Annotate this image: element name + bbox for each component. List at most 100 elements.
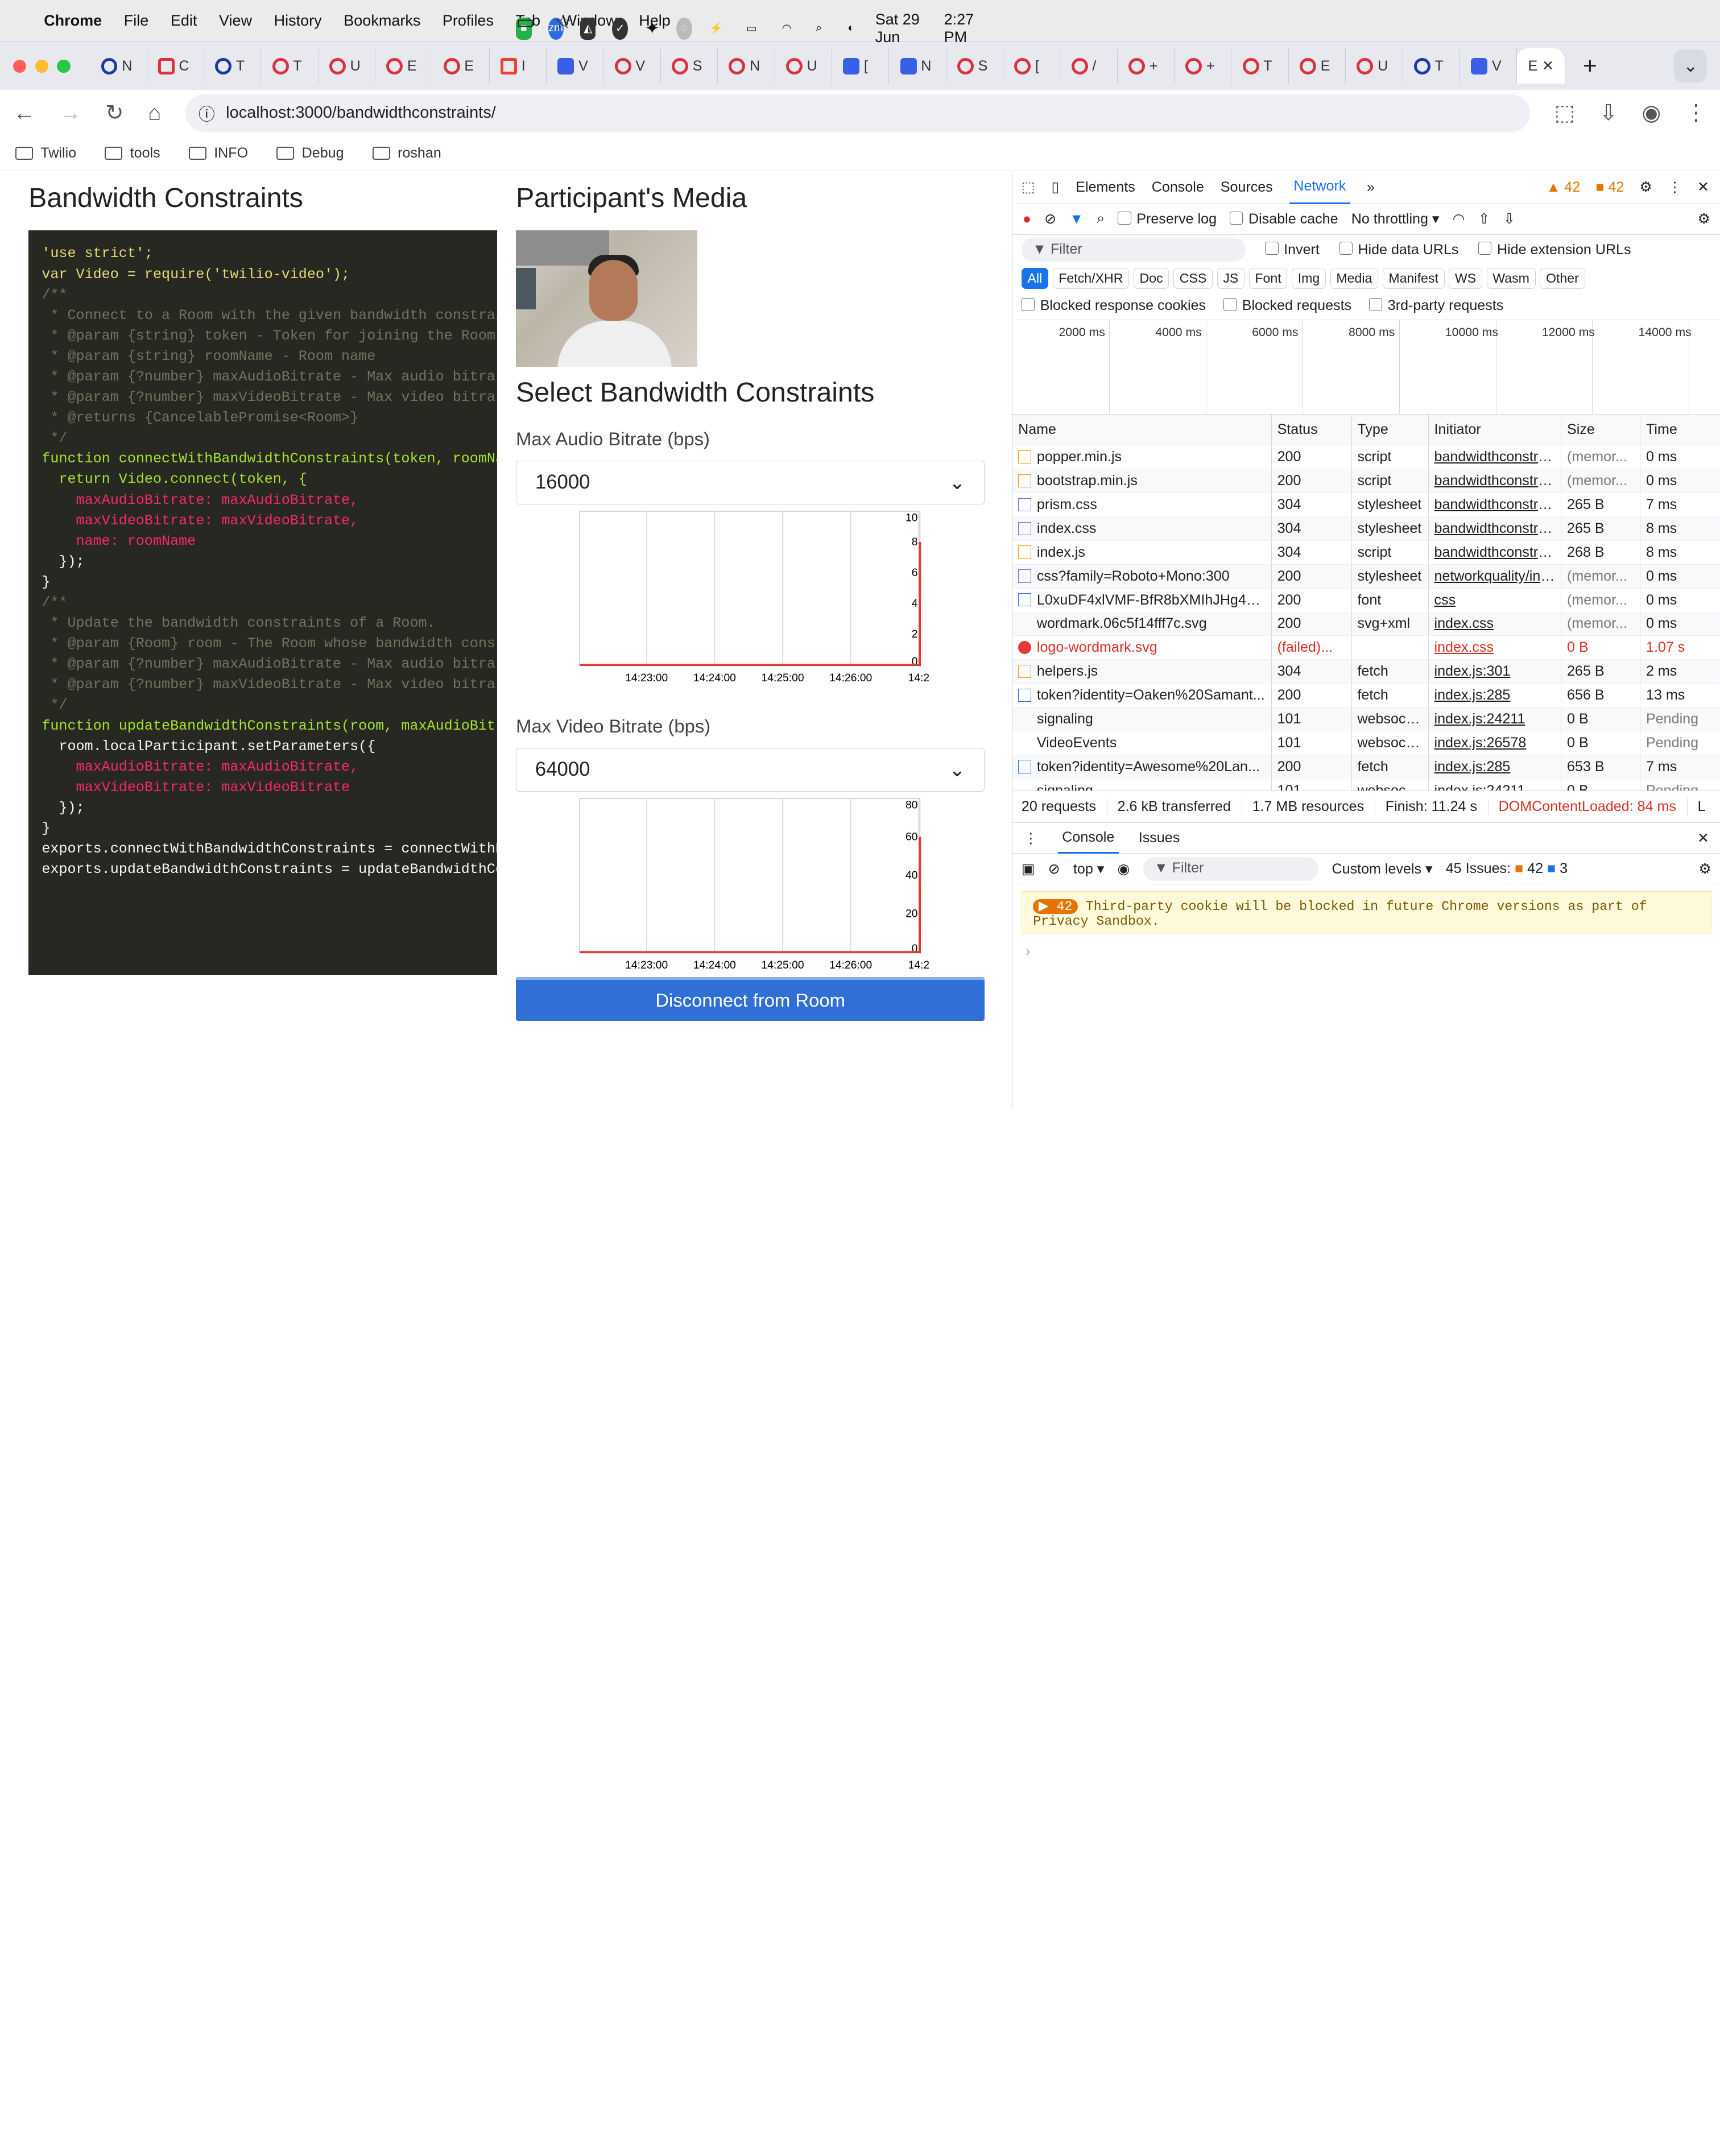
maximize-window-icon[interactable] bbox=[57, 59, 71, 73]
warnings-badge[interactable]: ▲ 42 bbox=[1547, 179, 1581, 196]
tab-sources[interactable]: Sources bbox=[1221, 179, 1273, 196]
menu-bookmarks[interactable]: Bookmarks bbox=[344, 12, 420, 30]
audio-bitrate-select[interactable]: 16000 ⌄ bbox=[516, 460, 985, 505]
minimize-window-icon[interactable] bbox=[35, 59, 48, 73]
active-tab[interactable]: E ✕ bbox=[1517, 48, 1566, 84]
browser-tab[interactable]: N bbox=[718, 48, 775, 84]
resource-filter-wasm[interactable]: Wasm bbox=[1486, 267, 1536, 289]
filter-icon[interactable]: ▼ bbox=[1069, 211, 1084, 227]
menu-profiles[interactable]: Profiles bbox=[443, 12, 494, 30]
network-request-row[interactable]: VideoEvents 101 websock... index.js:26578 0 … bbox=[1012, 731, 1720, 755]
network-request-row[interactable]: helpers.js 304 fetch index.js:301 265 B 2 ms bbox=[1012, 660, 1720, 684]
issues-tab[interactable]: Issues bbox=[1139, 830, 1180, 846]
network-request-row[interactable]: logo-wordmark.svg (failed)... index.css 0 B… bbox=[1012, 636, 1720, 660]
close-drawer-icon[interactable]: ✕ bbox=[1697, 830, 1709, 847]
camera-icon[interactable]: ▭ bbox=[516, 11, 535, 34]
tab-network[interactable]: Network bbox=[1289, 171, 1351, 204]
clear-icon[interactable]: ⊘ bbox=[1044, 210, 1056, 227]
browser-tab[interactable]: E bbox=[432, 48, 490, 84]
close-tab-icon[interactable]: ✕ bbox=[1542, 57, 1554, 75]
browser-tab[interactable]: T bbox=[204, 48, 262, 84]
resource-filter-other[interactable]: Other bbox=[1540, 267, 1585, 289]
network-column-type[interactable]: Type bbox=[1352, 415, 1429, 445]
network-column-initiator[interactable]: Initiator bbox=[1429, 415, 1562, 445]
browser-tab[interactable]: N bbox=[889, 48, 946, 84]
browser-tab[interactable]: [ bbox=[1003, 48, 1061, 84]
resource-filter-font[interactable]: Font bbox=[1248, 267, 1288, 289]
blocked-requests-checkbox[interactable]: Blocked requests bbox=[1223, 297, 1351, 314]
menu-view[interactable]: View bbox=[219, 12, 252, 30]
network-request-row[interactable]: wordmark.06c5f14fff7c.svg 200 svg+xml index… bbox=[1012, 612, 1720, 636]
third-party-checkbox[interactable]: 3rd-party requests bbox=[1368, 297, 1503, 314]
resource-filter-ws[interactable]: WS bbox=[1449, 267, 1482, 289]
bookmark-info[interactable]: INFO bbox=[188, 145, 248, 162]
resource-filter-js[interactable]: JS bbox=[1217, 267, 1244, 289]
upload-icon[interactable]: ⇧ bbox=[1478, 210, 1490, 227]
download-icon[interactable]: ⇩ bbox=[1503, 210, 1515, 227]
console-prompt[interactable]: › bbox=[1012, 934, 1720, 967]
custom-levels-select[interactable]: Custom levels ▾ bbox=[1332, 860, 1433, 878]
network-column-size[interactable]: Size bbox=[1561, 415, 1641, 445]
resource-filter-css[interactable]: CSS bbox=[1173, 267, 1213, 289]
network-request-row[interactable]: signaling101websock...index.js:242110 BP… bbox=[1012, 707, 1720, 731]
reload-icon[interactable]: ↻ bbox=[105, 100, 123, 126]
console-warning-message[interactable]: ▶ 42 Third-party cookie will be blocked … bbox=[1021, 891, 1711, 935]
new-tab-icon[interactable]: + bbox=[1583, 52, 1597, 80]
resource-filter-img[interactable]: Img bbox=[1292, 267, 1326, 289]
browser-tab[interactable]: + bbox=[1118, 48, 1175, 84]
network-filter-input[interactable]: ▼ Filter bbox=[1021, 237, 1246, 262]
inspect-icon[interactable]: ⬚ bbox=[1022, 179, 1035, 196]
browser-tab[interactable]: [ bbox=[832, 48, 890, 84]
menu-chrome[interactable]: Chrome bbox=[44, 12, 102, 30]
sidebar-icon[interactable]: ▣ bbox=[1022, 860, 1035, 878]
issues-count[interactable]: 45 Issues: ■ 42 ■ 3 bbox=[1446, 860, 1568, 877]
clear-console-icon[interactable]: ⊘ bbox=[1048, 860, 1060, 878]
network-request-row[interactable]: bootstrap.min.js 200 script bandwidthconstr… bbox=[1012, 469, 1720, 494]
tab-elements[interactable]: Elements bbox=[1076, 179, 1135, 196]
profile-icon[interactable]: ◉ bbox=[1642, 100, 1661, 126]
drawer-menu-icon[interactable]: ⋮ bbox=[1024, 830, 1038, 847]
bookmark-twilio[interactable]: Twilio bbox=[15, 145, 76, 162]
search-icon[interactable]: ⌕ bbox=[1097, 210, 1105, 227]
browser-tab[interactable]: / bbox=[1060, 48, 1118, 84]
more-icon[interactable]: ⋮ bbox=[1685, 100, 1707, 126]
disconnect-button[interactable]: Disconnect from Room bbox=[516, 976, 985, 1021]
network-request-row[interactable]: index.js 304 script bandwidthconstrain 268 B… bbox=[1012, 540, 1720, 565]
home-icon[interactable]: ⌂ bbox=[148, 101, 161, 126]
browser-tab[interactable]: V bbox=[547, 48, 604, 84]
extensions-icon[interactable]: ⬚ bbox=[1554, 100, 1575, 126]
browser-tab[interactable]: U bbox=[775, 48, 832, 84]
network-request-row[interactable]: L0xuDF4xlVMF-BfR8bXMIhJHg45... 200 font css… bbox=[1012, 588, 1720, 613]
resource-filter-manifest[interactable]: Manifest bbox=[1382, 267, 1445, 289]
gear-icon[interactable]: ⚙ bbox=[1697, 210, 1710, 227]
context-select[interactable]: top ▾ bbox=[1073, 860, 1104, 878]
bookmark-roshan[interactable]: roshan bbox=[372, 145, 441, 162]
bookmark-debug[interactable]: Debug bbox=[276, 145, 344, 162]
url-text[interactable]: localhost:3000/bandwidthconstraints/ bbox=[226, 104, 496, 122]
browser-tab[interactable]: T bbox=[1403, 48, 1460, 84]
errors-badge[interactable]: ■ 42 bbox=[1595, 179, 1624, 196]
browser-tab[interactable]: C bbox=[147, 48, 204, 84]
browser-tab[interactable]: E bbox=[1289, 48, 1346, 84]
network-request-row[interactable]: signaling101websock...index.js:242110 BP… bbox=[1012, 779, 1720, 791]
browser-tab[interactable]: U bbox=[1346, 48, 1403, 84]
disable-cache-checkbox[interactable]: Disable cache bbox=[1230, 211, 1338, 227]
gear-icon[interactable]: ⚙ bbox=[1639, 179, 1652, 196]
invert-checkbox[interactable]: Invert bbox=[1265, 242, 1320, 258]
browser-tab[interactable]: N bbox=[90, 48, 147, 84]
network-request-row[interactable]: css?family=Roboto+Mono:300 200 stylesheet n… bbox=[1012, 564, 1720, 589]
browser-tab[interactable]: I bbox=[490, 48, 547, 84]
eye-icon[interactable]: ◉ bbox=[1118, 860, 1130, 878]
devtools-menu-icon[interactable]: ⋮ bbox=[1668, 179, 1682, 196]
menu-history[interactable]: History bbox=[274, 12, 322, 30]
browser-tab[interactable]: S bbox=[946, 48, 1003, 84]
browser-tab[interactable]: V bbox=[1460, 48, 1518, 84]
hide-extension-urls-checkbox[interactable]: Hide extension URLs bbox=[1478, 242, 1631, 258]
resource-filter-media[interactable]: Media bbox=[1330, 267, 1379, 289]
downloads-icon[interactable]: ⇩ bbox=[1599, 100, 1618, 126]
browser-tab[interactable]: + bbox=[1175, 48, 1232, 84]
video-bitrate-select[interactable]: 64000 ⌄ bbox=[516, 748, 985, 792]
bookmark-star-icon[interactable]: ☆ bbox=[555, 11, 572, 34]
preserve-log-checkbox[interactable]: Preserve log bbox=[1118, 211, 1217, 227]
network-request-row[interactable]: prism.css 304 stylesheet bandwidthconstrain… bbox=[1012, 493, 1720, 518]
